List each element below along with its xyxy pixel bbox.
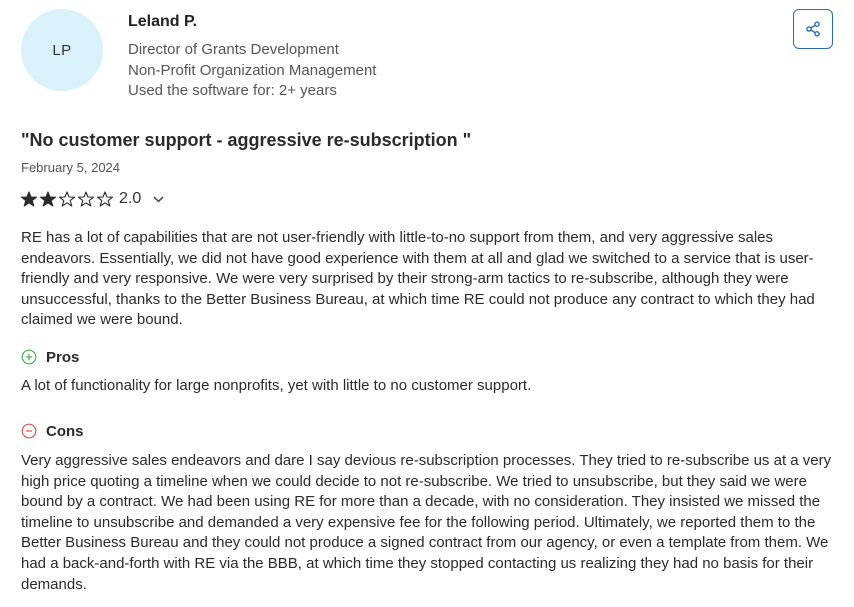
reviewer-industry: Non-Profit Organization Management (128, 61, 377, 79)
star-filled-icon (40, 191, 56, 207)
star-empty-icon (59, 191, 75, 207)
star-empty-icon (78, 191, 94, 207)
review-body: RE has a lot of capabilities that are no… (21, 229, 815, 329)
rating: 2.0 (21, 188, 164, 210)
rating-details-toggle[interactable] (153, 195, 164, 203)
pros-text: A lot of functionality for large nonprof… (21, 377, 532, 394)
share-button[interactable] (793, 9, 833, 49)
star-rating (21, 191, 113, 207)
star-filled-icon (21, 191, 37, 207)
chevron-down-icon (153, 195, 164, 203)
reviewer-role: Director of Grants Development (128, 41, 339, 58)
star-empty-icon (97, 191, 113, 207)
cons-header: Cons (21, 421, 84, 441)
reviewer-name: Leland P. (128, 13, 198, 30)
avatar: LP (21, 9, 103, 91)
review-title: "No customer support - aggressive re-sub… (21, 130, 472, 150)
rating-value: 2.0 (119, 190, 142, 207)
pros-header: Pros (21, 347, 79, 367)
cons-label: Cons (46, 422, 84, 440)
share-icon (806, 21, 820, 37)
plus-circle-icon (21, 349, 37, 365)
minus-circle-icon (21, 423, 37, 439)
reviewer-info: Leland P. Director of Grants Development… (128, 12, 376, 102)
pros-label: Pros (46, 348, 80, 366)
review-date: February 5, 2024 (21, 160, 121, 175)
cons-text: Very aggressive sales endeavors and dare… (21, 452, 832, 593)
avatar-initials: LP (52, 41, 72, 59)
reviewer-usage: Used the software for: 2+ years (128, 82, 337, 99)
